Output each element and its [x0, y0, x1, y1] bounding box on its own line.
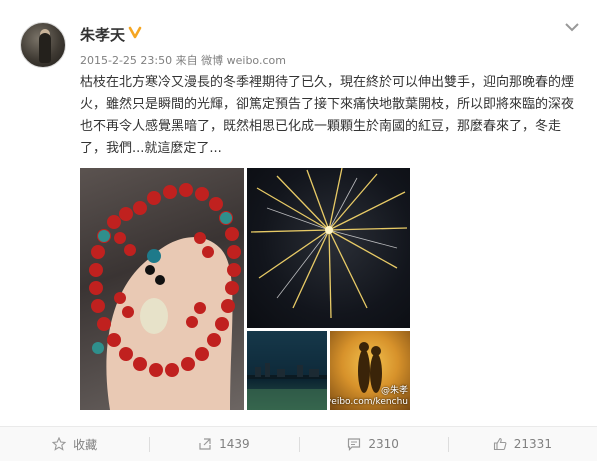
beads-photo[interactable]	[80, 168, 244, 410]
photo-grid: @朱孝 weibo.com/kenchu	[80, 168, 410, 410]
beads-graphic	[89, 183, 241, 410]
city-graphic	[247, 363, 327, 410]
like-button[interactable]: 21331	[447, 427, 597, 461]
sunset-couple-photo[interactable]: @朱孝 weibo.com/kenchu	[330, 331, 410, 410]
photo-watermark: @朱孝 weibo.com/kenchu	[330, 386, 408, 408]
source-link[interactable]: 微博 weibo.com	[201, 54, 286, 67]
watermark-line2: weibo.com/kenchu	[330, 397, 408, 407]
thumbs-up-icon	[493, 437, 507, 451]
comment-count: 2310	[368, 437, 399, 451]
city-night-photo[interactable]	[247, 331, 327, 410]
chevron-down-icon[interactable]	[565, 22, 579, 32]
avatar-figure	[39, 33, 51, 63]
repost-count: 1439	[219, 437, 250, 451]
repost-icon	[199, 438, 211, 450]
weibo-post-card: 朱孝天 2015-2-25 23:50 来自 微博 weibo.com 枯枝在北…	[0, 0, 597, 461]
favorite-label: 收藏	[73, 437, 98, 452]
verified-badge-icon[interactable]	[128, 25, 142, 39]
author-name[interactable]: 朱孝天	[80, 24, 125, 45]
watermark-line1: @朱孝	[380, 386, 408, 396]
comment-icon	[348, 438, 361, 451]
post-meta: 2015-2-25 23:50 来自 微博 weibo.com	[80, 52, 286, 68]
source-prefix: 来自	[175, 54, 198, 67]
post-timestamp[interactable]: 2015-2-25 23:50	[80, 54, 172, 67]
action-bar: 收藏 1439 2310 21331	[0, 426, 597, 461]
repost-button[interactable]: 1439	[149, 427, 298, 461]
favorite-button[interactable]: 收藏	[0, 427, 149, 461]
comment-button[interactable]: 2310	[298, 427, 448, 461]
like-count: 21331	[513, 437, 552, 451]
author-avatar[interactable]	[20, 22, 66, 68]
fireworks-photo[interactable]	[247, 168, 410, 328]
star-icon	[52, 437, 67, 451]
fireworks-graphic	[250, 168, 408, 319]
post-text: 枯枝在北方寒冷又漫長的冬季裡期待了已久，現在終於可以伸出雙手，迎向那晚春的煙火，…	[80, 75, 575, 156]
